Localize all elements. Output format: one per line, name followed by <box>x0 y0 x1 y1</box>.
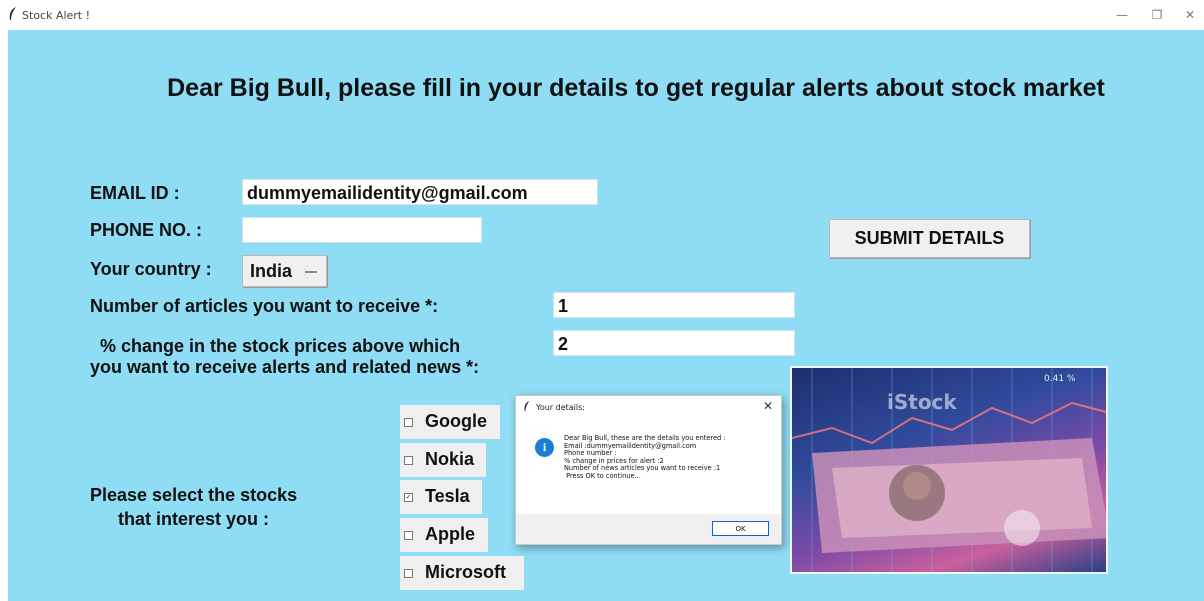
stock-checkbox-nokia[interactable]: Nokia <box>400 443 486 477</box>
stock-label: Google <box>425 411 487 431</box>
stock-label: Microsoft <box>425 562 506 582</box>
dialog-title: Your details: <box>536 403 585 412</box>
image-watermark: iStock <box>887 390 957 414</box>
dropdown-indicator-icon <box>305 271 317 273</box>
country-value: India <box>250 261 293 281</box>
stock-checkbox-tesla[interactable]: ✓ Tesla <box>400 480 482 514</box>
stocks-label-line1: Please select the stocks <box>90 485 298 505</box>
stock-checkbox-microsoft[interactable]: Microsoft <box>400 556 524 590</box>
change-label-line1: % change in the stock prices above which <box>100 336 461 356</box>
dialog-close-button[interactable]: ✕ <box>763 399 773 413</box>
phone-field[interactable] <box>242 217 482 243</box>
checkmark-icon: ✓ <box>404 493 413 502</box>
articles-field[interactable]: 1 <box>553 292 795 318</box>
window-titlebar: Stock Alert ! — ❐ ✕ <box>0 0 1204 30</box>
ok-button[interactable]: OK <box>712 521 769 536</box>
window-title: Stock Alert ! <box>22 9 91 22</box>
page-title: Dear Big Bull, please fill in your detai… <box>167 74 1105 102</box>
change-label-line2: you want to receive alerts and related n… <box>90 357 480 377</box>
dialog-message: Dear Big Bull, these are the details you… <box>564 434 726 480</box>
ticker-text: 0.41 % <box>1044 374 1076 384</box>
info-icon: i <box>535 438 554 457</box>
checkbox-icon <box>404 531 413 540</box>
phone-label: PHONE NO. : <box>90 220 203 240</box>
country-label: Your country : <box>90 259 212 279</box>
email-label: EMAIL ID : <box>90 183 180 203</box>
checkbox-icon <box>404 418 413 427</box>
stock-checkbox-google[interactable]: Google <box>400 405 500 439</box>
email-field[interactable]: dummyemailidentity@gmail.com <box>242 179 598 205</box>
restore-button[interactable]: ❐ <box>1147 6 1167 24</box>
submit-button[interactable]: SUBMIT DETAILS <box>829 219 1030 258</box>
checkbox-icon <box>404 569 413 578</box>
feather-icon <box>9 7 16 20</box>
feather-icon <box>524 401 530 412</box>
stock-label: Tesla <box>425 486 470 506</box>
stock-label: Apple <box>425 524 476 544</box>
close-button[interactable]: ✕ <box>1180 6 1200 24</box>
articles-label: Number of articles you want to receive *… <box>90 296 439 316</box>
country-dropdown[interactable]: India <box>242 255 327 287</box>
stocks-label-line2: that interest you : <box>118 509 270 529</box>
stock-checkbox-apple[interactable]: Apple <box>400 518 488 552</box>
details-dialog: Your details: ✕ i Dear Big Bull, these a… <box>515 395 782 545</box>
stock-label: Nokia <box>425 449 475 469</box>
app-window: Dear Big Bull, please fill in your detai… <box>8 30 1204 601</box>
checkbox-icon <box>404 456 413 465</box>
stock-market-image: iStock 0.41 % <box>790 366 1108 574</box>
minimize-button[interactable]: — <box>1112 6 1132 24</box>
dialog-footer: OK <box>516 514 781 544</box>
change-field[interactable]: 2 <box>553 330 795 356</box>
